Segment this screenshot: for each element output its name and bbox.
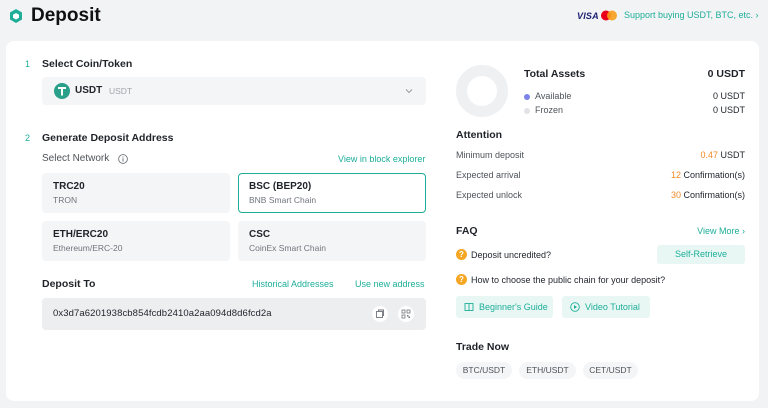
beginners-guide-label: Beginner's Guide [479,302,548,312]
step-2-title: Generate Deposit Address [42,132,174,144]
view-more-link[interactable]: View More › [686,226,745,236]
total-assets-value: 0 USDT [707,68,745,80]
select-network-label: Select Network [42,153,110,164]
question-icon: ? [456,249,467,260]
deposit-card: 1 Select Coin/Token USDT USDT 2 Generate… [6,41,759,401]
page-title: Deposit [31,5,101,26]
expected-arrival-label: Expected arrival [456,170,521,180]
self-retrieve-button[interactable]: Self-Retrieve [657,245,745,264]
network-name: BSC (BEP20) [249,181,312,192]
expected-arrival-value: 12 Confirmation(s) [606,170,745,180]
qr-code-icon[interactable] [398,306,414,322]
min-unit: USDT [720,150,746,160]
chevron-down-icon [405,89,413,94]
beginners-guide-button[interactable]: Beginner's Guide [456,296,553,318]
network-name: ETH/ERC20 [53,229,109,240]
block-explorer-link[interactable]: View in block explorer [338,154,425,164]
attention-title: Attention [456,129,503,141]
network-chain: TRON [53,195,78,205]
available-dot [524,94,530,100]
visa-logo: VISA [577,11,599,21]
support-buying-link[interactable]: Support buying USDT, BTC, etc. › [624,10,759,20]
network-chain: Ethereum/ERC-20 [53,243,123,253]
use-new-address-link[interactable]: Use new address [355,279,425,289]
coinex-logo-icon [10,9,22,23]
trade-pair-cet-usdt[interactable]: CET/USDT [583,362,638,379]
unlock-count: 30 [670,190,681,200]
unlock-unit: Confirmation(s) [683,190,745,200]
step-1-number: 1 [25,59,31,69]
network-name: CSC [249,229,271,240]
frozen-value: 0 USDT [712,105,745,115]
available-value: 0 USDT [712,91,745,101]
network-chain: CoinEx Smart Chain [249,243,327,253]
copy-icon[interactable] [372,306,388,322]
video-tutorial-button[interactable]: Video Tutorial [562,296,650,318]
usdt-icon [54,83,70,99]
question-icon: ? [456,274,467,285]
info-icon[interactable] [118,154,128,164]
deposit-to-label: Deposit To [42,278,96,290]
trade-pair-btc-usdt[interactable]: BTC/USDT [456,362,512,379]
total-assets-label: Total Assets [524,68,586,80]
coin-name: USDT [75,85,103,96]
faq-deposit-uncredited[interactable]: Deposit uncredited? [471,250,551,260]
available-label: Available [535,91,572,101]
book-icon [464,303,474,311]
step-2-number: 2 [25,133,31,143]
arrival-count: 12 [670,170,681,180]
network-option-csc[interactable]: CSC CoinEx Smart Chain [238,221,426,261]
historical-addresses-link[interactable]: Historical Addresses [252,279,334,289]
expected-unlock-label: Expected unlock [456,190,523,200]
coin-select-dropdown[interactable]: USDT USDT [42,77,426,105]
play-icon [570,302,580,312]
frozen-label: Frozen [535,105,564,115]
network-name: TRC20 [53,181,85,192]
faq-choose-chain[interactable]: How to choose the public chain for your … [471,275,665,285]
network-option-bsc[interactable]: BSC (BEP20) BNB Smart Chain [238,173,426,213]
frozen-dot [524,108,530,114]
minimum-deposit-label: Minimum deposit [456,150,525,160]
faq-title: FAQ [456,225,478,237]
deposit-address[interactable]: 0x3d7a6201938cb854fcdb2410a2aa094d8d6fcd… [53,308,272,319]
coin-subname: USDT [109,86,133,96]
assets-donut-chart [456,65,508,117]
minimum-deposit-value: 0.47 USDT [606,150,745,160]
deposit-address-field[interactable]: 0x3d7a6201938cb854fcdb2410a2aa094d8d6fcd… [42,298,426,330]
min-amount: 0.47 [700,150,718,160]
network-option-trc20[interactable]: TRC20 TRON [42,173,230,213]
network-chain: BNB Smart Chain [249,195,317,205]
video-tutorial-label: Video Tutorial [585,302,640,312]
network-option-erc20[interactable]: ETH/ERC20 Ethereum/ERC-20 [42,221,230,261]
expected-unlock-value: 30 Confirmation(s) [606,190,745,200]
step-1-title: Select Coin/Token [42,58,133,70]
arrival-unit: Confirmation(s) [683,170,745,180]
trade-now-title: Trade Now [456,341,510,353]
header: Deposit VISA Support buying USDT, BTC, e… [0,0,768,40]
trade-pair-eth-usdt[interactable]: ETH/USDT [519,362,576,379]
mastercard-icon [601,10,617,21]
